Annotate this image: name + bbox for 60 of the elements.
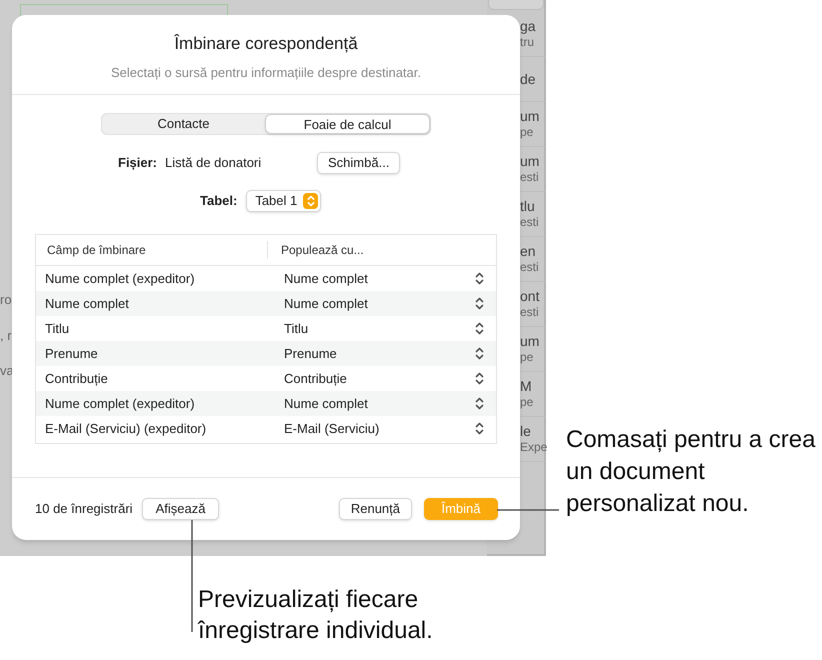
- merge-caption: Comasați pentru a crea un document personalizat nou.: [566, 425, 816, 519]
- sidebar-item-title: ga: [520, 18, 536, 35]
- leader-line: [497, 509, 559, 511]
- table-label: Tabel:: [200, 192, 238, 210]
- sidebar-item-subtitle: tru: [520, 35, 534, 50]
- stepper-icon: [303, 193, 318, 209]
- sidebar-item-title: um: [520, 153, 540, 170]
- document-text: , r: [0, 327, 12, 345]
- source-tab[interactable]: Contacte: [102, 114, 265, 134]
- sidebar-item-subtitle: esti: [520, 170, 539, 185]
- file-name: Listă de donatori: [165, 154, 262, 172]
- table-cell-text: E-Mail (Serviciu) (expeditor): [44, 420, 208, 438]
- sidebar-item-subtitle: esti: [520, 260, 539, 275]
- table-cell-text: Nume complet (expeditor): [44, 394, 196, 413]
- up-down-chevron-icon: [475, 347, 484, 360]
- up-down-chevron-icon: [475, 297, 484, 310]
- field-popup[interactable]: Nume complet: [274, 394, 496, 414]
- field-popup[interactable]: Prenume: [274, 344, 496, 364]
- up-down-chevron-icon: [475, 397, 484, 410]
- sidebar-item-title: um: [520, 108, 540, 125]
- column-header: Câmp de îmbinare: [36, 241, 268, 259]
- sidebar-item-title: le: [520, 423, 531, 440]
- document-text: ro: [0, 291, 12, 309]
- sidebar-item-title: M: [520, 378, 532, 395]
- field-popup[interactable]: Nume complet: [274, 268, 496, 288]
- table-cell-text: Nume complet (expeditor): [44, 270, 196, 288]
- up-down-chevron-icon: [475, 322, 484, 335]
- sidebar-item-subtitle: esti: [520, 215, 539, 230]
- sidebar-item-subtitle: pe: [520, 350, 534, 365]
- table-cell-text: Nume complet: [44, 294, 130, 313]
- table-popup[interactable]: Tabel 1: [246, 190, 322, 212]
- sidebar-item-title: en: [520, 243, 536, 260]
- up-down-chevron-icon: [475, 272, 484, 285]
- show-button[interactable]: Afișează: [142, 498, 220, 520]
- sidebar-item-subtitle: Expe: [520, 440, 548, 455]
- field-popup[interactable]: E-Mail (Serviciu): [274, 418, 496, 438]
- cancel-button[interactable]: Renunță: [338, 498, 412, 520]
- source-tab[interactable]: Foaie de calcul: [265, 114, 430, 134]
- sidebar-item-subtitle: pe: [520, 395, 534, 410]
- field-popup[interactable]: Nume complet: [274, 294, 496, 314]
- file-label: Fișier:: [118, 154, 158, 172]
- sidebar-item-subtitle: esti: [520, 305, 539, 320]
- dialog-title: Îmbinare corespondență: [174, 33, 358, 55]
- field-popup[interactable]: Contribuție: [274, 368, 496, 388]
- field-popup[interactable]: Titlu: [274, 318, 496, 338]
- column-header: Populează cu...: [280, 242, 365, 259]
- up-down-chevron-icon: [475, 372, 484, 385]
- dialog-subtitle: Selectați o sursă pentru informațiile despre destinatar.: [110, 64, 421, 82]
- table-cell-text: Contribuție: [44, 370, 109, 388]
- table-cell-text: Prenume: [44, 344, 99, 363]
- preview-caption: Previzualizați fiecare înregistrare individual.: [198, 585, 434, 646]
- change-button[interactable]: Schimbă...: [317, 152, 400, 174]
- up-down-chevron-icon: [475, 422, 484, 435]
- table-cell-text: Titlu: [44, 320, 70, 338]
- sidebar-item-subtitle: pe: [520, 125, 534, 140]
- sidebar-item-title: tlu: [520, 198, 535, 215]
- sidebar-item-title: de: [520, 70, 536, 88]
- sidebar-item-title: um: [520, 333, 540, 350]
- record-count: 10 de înregistrări: [35, 500, 133, 518]
- sidebar-item-title: ont: [520, 288, 540, 305]
